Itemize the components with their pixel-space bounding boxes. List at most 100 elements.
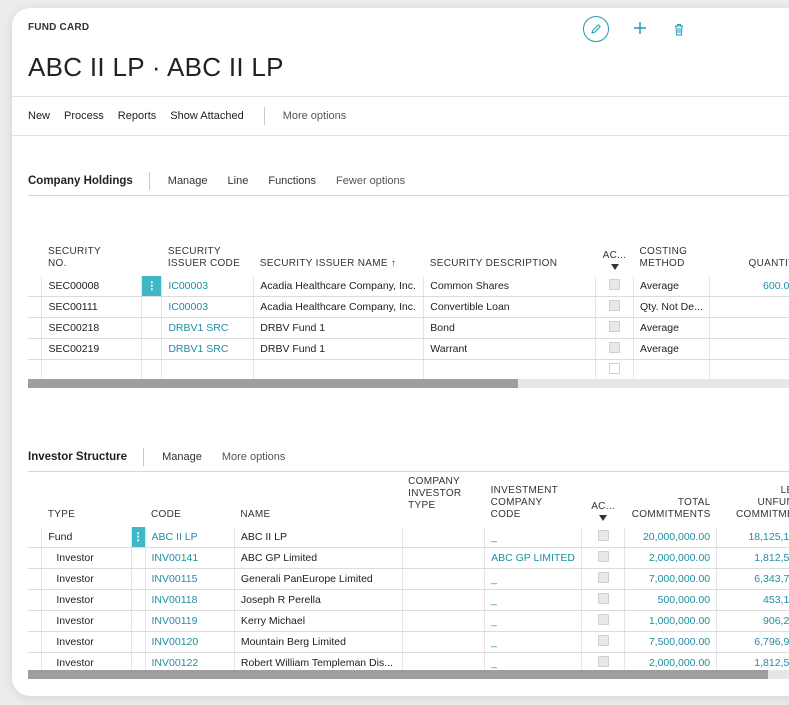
col-active[interactable]: AC... [596,196,634,276]
investment-company-code-cell[interactable]: _ [484,631,582,653]
total-commitments-cell[interactable]: 7,000,000.00 [624,568,718,590]
description-cell[interactable] [423,359,597,381]
issuer-name-cell[interactable] [253,359,425,381]
row-selector[interactable] [131,631,146,653]
security-no-cell[interactable]: SEC00218 [41,317,143,339]
row-selector[interactable] [131,568,146,590]
active-checkbox[interactable] [581,610,626,632]
code-cell[interactable]: INV00141 [145,547,235,569]
unfunded-commitments-cell[interactable]: 453,128 [716,589,789,611]
new-action[interactable]: New [28,110,50,122]
table-row[interactable]: Investor INV00120 Mountain Berg Limited … [28,631,789,653]
active-checkbox[interactable] [595,338,635,360]
name-cell[interactable]: Mountain Berg Limited [234,631,403,653]
name-cell[interactable]: Generali PanEurope Limited [234,568,403,590]
active-checkbox[interactable] [581,589,626,611]
col-quantity[interactable]: QUANTITY [710,196,789,276]
code-cell[interactable]: INV00120 [145,631,235,653]
total-commitments-cell[interactable]: 20,000,000.00 [624,527,718,548]
reports-action[interactable]: Reports [118,110,157,122]
scrollbar-thumb[interactable] [28,670,768,679]
total-commitments-cell[interactable]: 500,000.00 [624,589,718,611]
name-cell[interactable]: Kerry Michael [234,610,403,632]
table-row[interactable]: Investor INV00141 ABC GP Limited ABC GP … [28,547,789,569]
total-commitments-cell[interactable]: 1,000,000.00 [624,610,718,632]
col-issuer-code[interactable]: SECURITY ISSUER CODE [162,196,254,276]
active-checkbox[interactable] [595,276,635,297]
col-costing-method[interactable]: COSTING METHOD [634,196,710,276]
company-investor-type-cell[interactable] [402,610,486,632]
investment-company-code-cell[interactable]: _ [484,589,582,611]
col-security-description[interactable]: SECURITY DESCRIPTION [424,196,596,276]
investment-company-code-cell[interactable]: _ [484,527,582,548]
total-commitments-cell[interactable]: 2,000,000.00 [624,547,718,569]
type-cell[interactable]: Investor [41,610,132,632]
issuer-name-cell[interactable]: DRBV Fund 1 [253,317,425,339]
unfunded-commitments-cell[interactable]: 6,796,921 [716,631,789,653]
unfunded-commitments-cell[interactable]: 6,343,793 [716,568,789,590]
col-code[interactable]: CODE [145,472,234,527]
costing-method-cell[interactable]: Average [633,317,710,339]
investment-company-code-cell[interactable]: _ [484,568,582,590]
new-row[interactable] [28,359,789,381]
security-no-cell[interactable]: SEC00111 [41,296,143,318]
investors-manage-action[interactable]: Manage [162,451,202,463]
col-company-investor-type[interactable]: COMPANY INVESTOR TYPE [402,472,484,527]
table-row[interactable]: SEC00008 ⋮ IC00003 Acadia Healthcare Com… [28,276,789,297]
row-selector[interactable] [131,610,146,632]
edit-button[interactable] [583,16,609,42]
issuer-name-cell[interactable]: Acadia Healthcare Company, Inc. [253,296,425,318]
issuer-code-cell[interactable]: DRBV1 SRC [161,338,255,360]
quantity-cell[interactable]: 0 [709,338,789,360]
description-cell[interactable]: Convertible Loan [423,296,597,318]
scrollbar-thumb[interactable] [28,379,518,388]
show-attached-action[interactable]: Show Attached [170,110,243,122]
holdings-manage-action[interactable]: Manage [168,175,208,187]
col-total-commitments[interactable]: TOTAL COMMITMENTS [625,472,717,527]
quantity-cell[interactable]: 600.000 [709,276,789,297]
table-row[interactable]: Fund ⋮ ABC II LP ABC II LP _ 20,000,000.… [28,527,789,548]
security-no-cell[interactable]: SEC00219 [41,338,143,360]
quantity-cell[interactable]: 0 [709,296,789,318]
add-button[interactable] [633,19,647,39]
type-cell[interactable]: Investor [41,589,132,611]
name-cell[interactable]: ABC II LP [234,527,403,548]
row-selector[interactable] [131,547,146,569]
investment-company-code-cell[interactable]: _ [484,610,582,632]
total-commitments-cell[interactable]: 7,500,000.00 [624,631,718,653]
holdings-functions-action[interactable]: Functions [268,175,316,187]
code-cell[interactable]: INV00118 [145,589,235,611]
type-cell[interactable]: Investor [41,568,132,590]
delete-button[interactable] [673,23,685,36]
company-investor-type-cell[interactable] [402,568,486,590]
costing-method-cell[interactable] [633,359,710,381]
investors-more-options-action[interactable]: More options [222,451,286,463]
code-cell[interactable]: INV00115 [145,568,235,590]
issuer-name-cell[interactable]: DRBV Fund 1 [253,338,425,360]
row-selector[interactable] [141,359,163,381]
type-cell[interactable]: Investor [41,547,132,569]
unfunded-commitments-cell[interactable]: 18,125,125 [716,527,789,548]
active-checkbox[interactable] [581,568,626,590]
name-cell[interactable]: ABC GP Limited [234,547,403,569]
more-options-action[interactable]: More options [283,110,347,122]
row-actions-icon[interactable]: ⋮ [131,527,146,548]
process-action[interactable]: Process [64,110,104,122]
quantity-cell[interactable]: 0 [709,317,789,339]
code-cell[interactable]: ABC II LP [145,527,235,548]
table-row[interactable]: SEC00218 DRBV1 SRC DRBV Fund 1 Bond Aver… [28,317,789,339]
issuer-code-cell[interactable]: IC00003 [161,296,255,318]
active-checkbox[interactable] [581,527,626,548]
company-investor-type-cell[interactable] [402,547,486,569]
costing-method-cell[interactable]: Average [633,276,710,297]
quantity-cell[interactable] [709,359,789,381]
table-row[interactable]: SEC00111 IC00003 Acadia Healthcare Compa… [28,296,789,318]
row-actions-icon[interactable]: ⋮ [141,276,163,297]
investor-structure-title[interactable]: Investor Structure [28,451,127,463]
table-row[interactable]: Investor INV00119 Kerry Michael _ 1,000,… [28,610,789,632]
table-row[interactable]: SEC00219 DRBV1 SRC DRBV Fund 1 Warrant A… [28,338,789,360]
table-row[interactable]: Investor INV00118 Joseph R Perella _ 500… [28,589,789,611]
type-cell[interactable]: Fund [41,527,132,548]
active-checkbox[interactable] [595,317,635,339]
col-security-no[interactable]: SECURITY NO. [42,196,142,276]
